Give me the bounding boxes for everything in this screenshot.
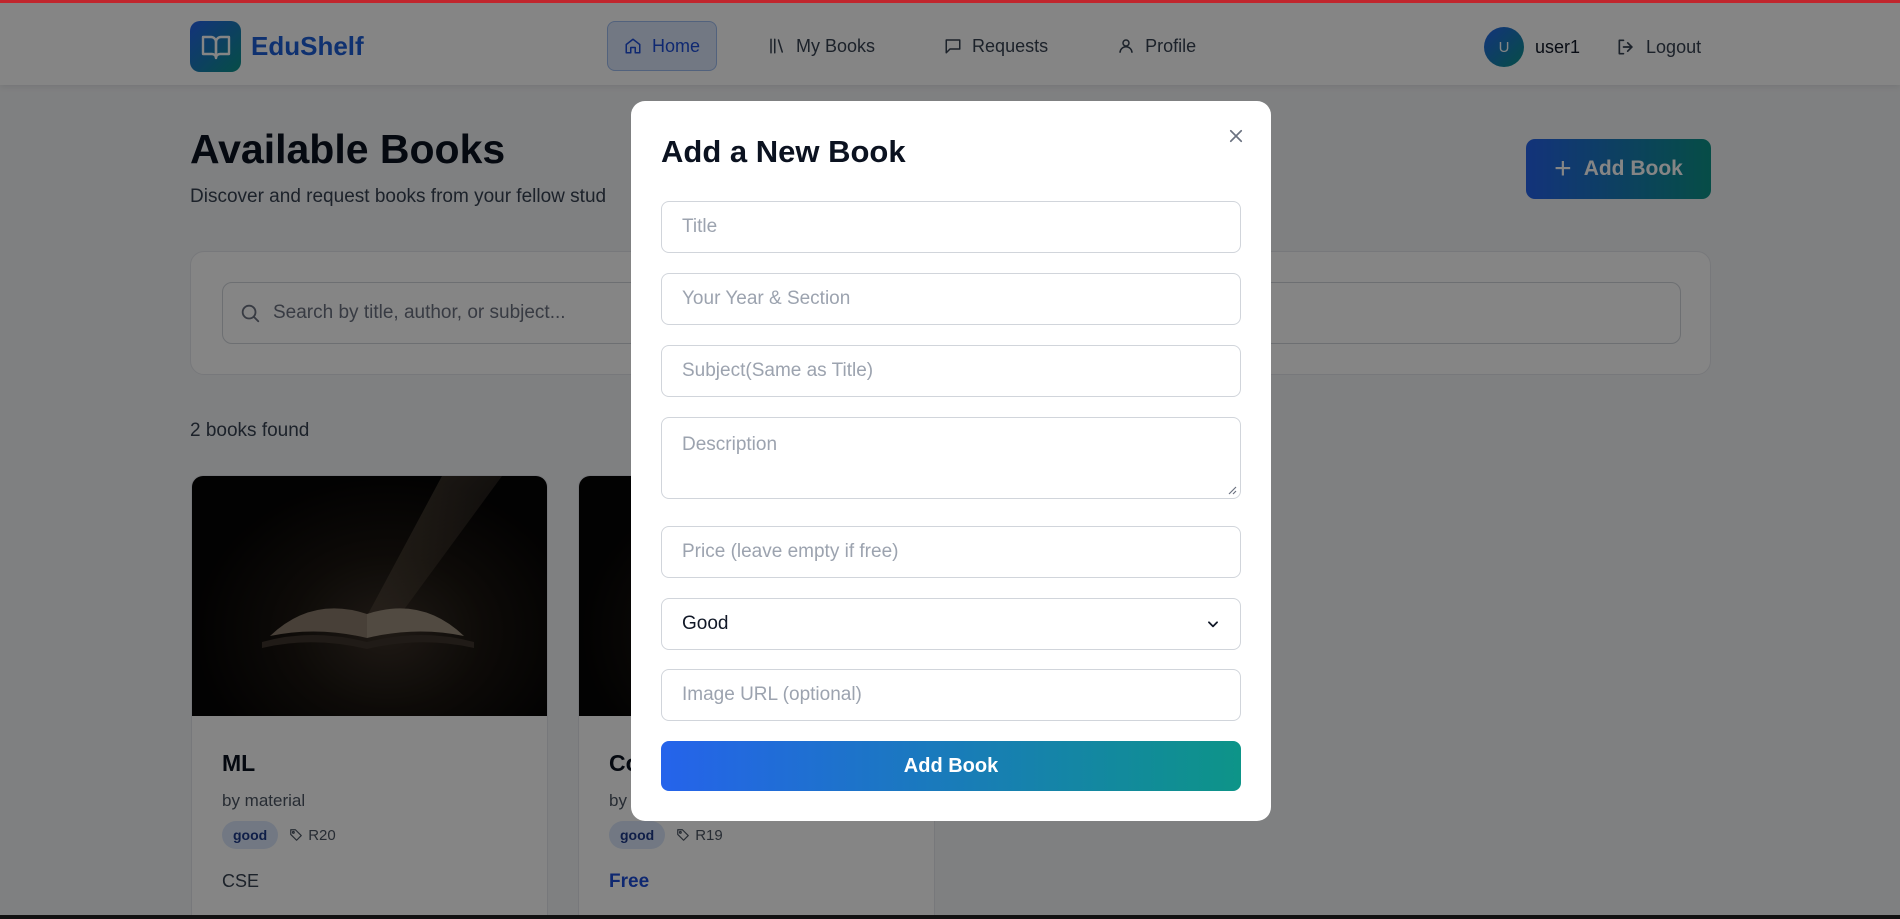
price-placeholder: Price (leave empty if free) bbox=[682, 541, 899, 562]
window-top-border bbox=[0, 0, 1900, 3]
price-input[interactable]: Price (leave empty if free) bbox=[661, 526, 1241, 578]
close-icon bbox=[1229, 129, 1243, 143]
description-textarea[interactable]: Description bbox=[661, 417, 1241, 499]
title-input[interactable]: Title bbox=[661, 201, 1241, 253]
submit-add-book-button[interactable]: Add Book bbox=[661, 741, 1241, 791]
year-section-input[interactable]: Your Year & Section bbox=[661, 273, 1241, 325]
window-bottom-border bbox=[0, 915, 1900, 919]
title-placeholder: Title bbox=[682, 216, 718, 237]
image-url-placeholder: Image URL (optional) bbox=[682, 684, 862, 705]
condition-select[interactable]: Good bbox=[661, 598, 1241, 650]
resize-handle-icon[interactable] bbox=[1227, 485, 1237, 495]
description-placeholder: Description bbox=[682, 434, 778, 455]
subject-placeholder: Subject(Same as Title) bbox=[682, 360, 874, 381]
chevron-down-icon bbox=[1208, 621, 1218, 628]
modal-title: Add a New Book bbox=[661, 134, 906, 169]
add-book-modal: Add a New Book Title Your Year & Section… bbox=[631, 101, 1271, 821]
image-url-input[interactable]: Image URL (optional) bbox=[661, 669, 1241, 721]
condition-selected-value: Good bbox=[682, 613, 729, 634]
subject-input[interactable]: Subject(Same as Title) bbox=[661, 345, 1241, 397]
close-button[interactable] bbox=[1224, 124, 1248, 148]
year-section-placeholder: Your Year & Section bbox=[682, 288, 851, 309]
